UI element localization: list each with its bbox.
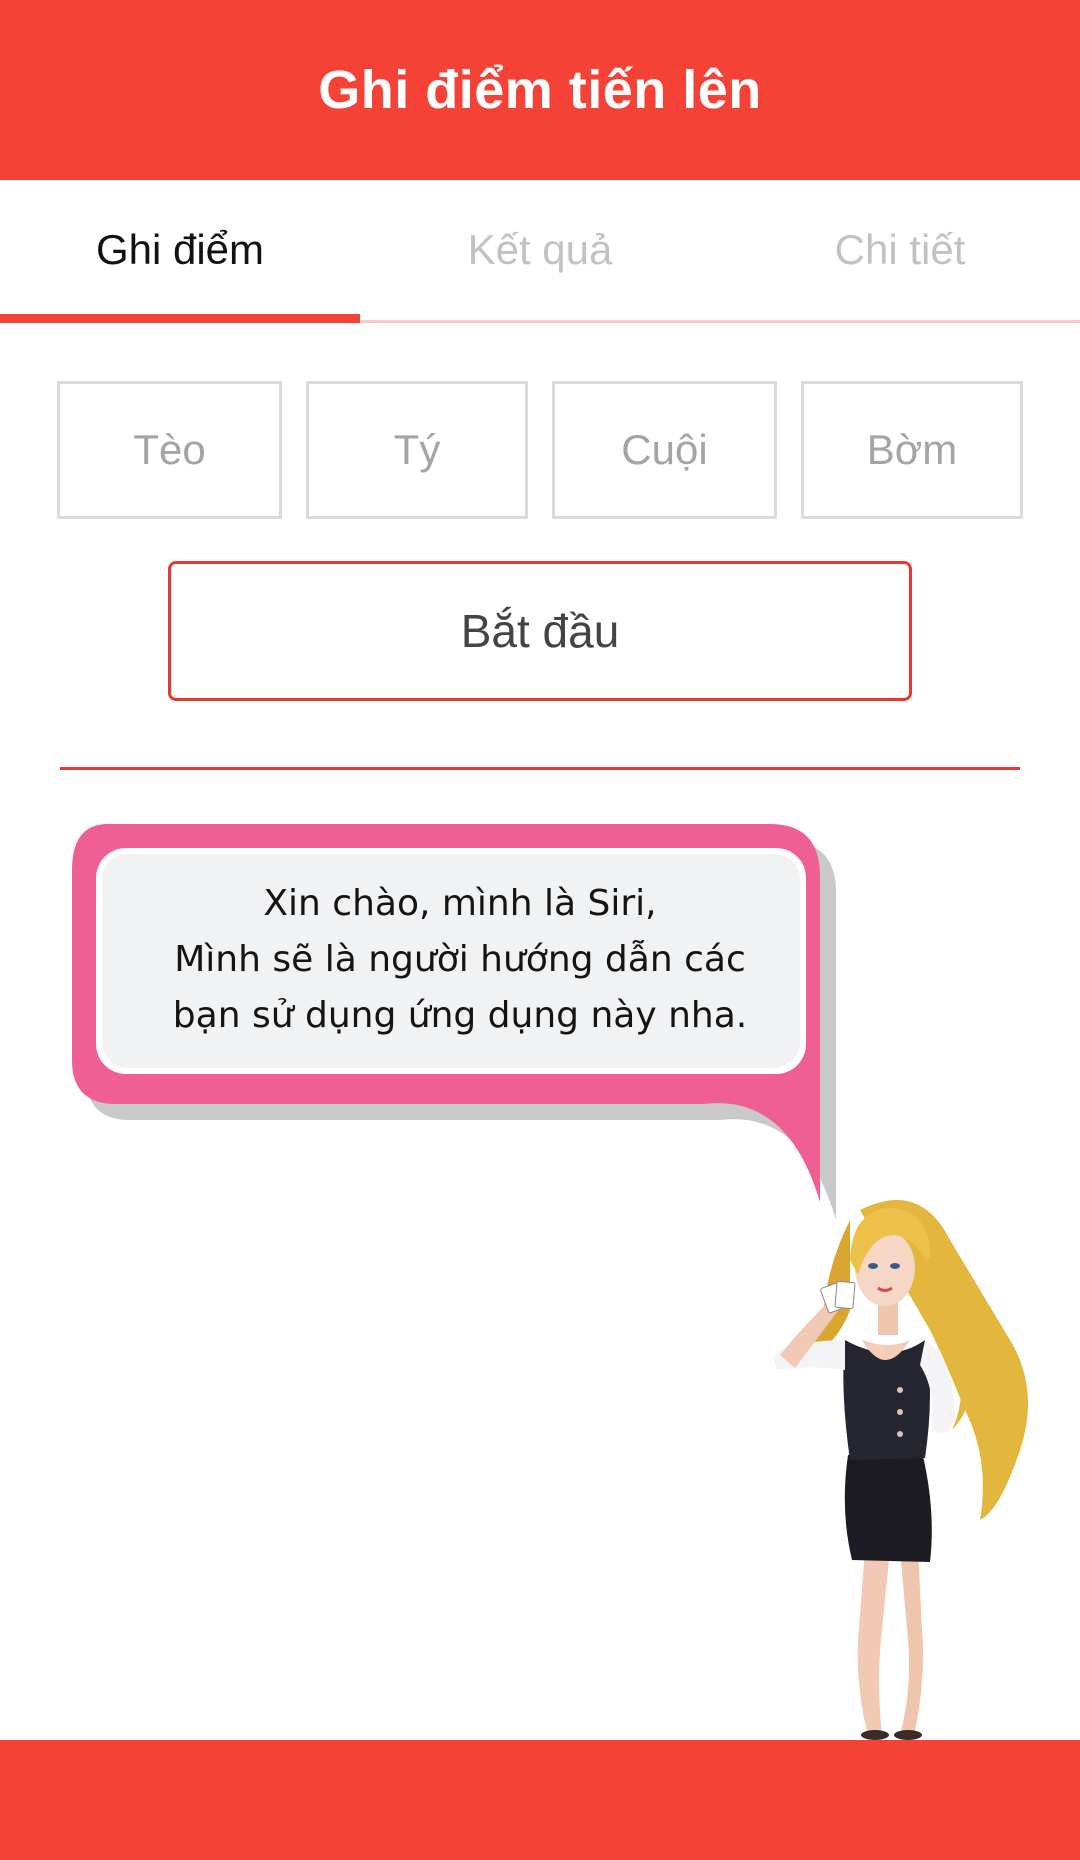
tab-ket-qua[interactable]: Kết quả: [360, 180, 720, 320]
tab-ghi-diem[interactable]: Ghi điểm: [0, 180, 360, 320]
tab-bar: Ghi điểm Kết quả Chi tiết: [0, 180, 1080, 323]
section-divider: [60, 767, 1020, 770]
tab-chi-tiet[interactable]: Chi tiết: [720, 180, 1080, 320]
guide-line-3: bạn sử dụng ứng dụng này nha.: [172, 995, 748, 1036]
app-bar: Ghi điểm tiến lên: [0, 0, 1080, 180]
siri-mascot-illustration: [774, 1200, 1028, 1740]
player-1-name-input[interactable]: [57, 381, 282, 519]
player-2-name-input[interactable]: [306, 381, 528, 519]
start-button[interactable]: Bắt đầu: [168, 561, 912, 701]
guide-message: Xin chào, mình là Siri, Mình sẽ là người…: [95, 876, 825, 1044]
app-title: Ghi điểm tiến lên: [318, 60, 762, 120]
player-name-row: [57, 381, 1023, 519]
active-tab-indicator: [0, 314, 360, 323]
guide-line-1: Xin chào, mình là Siri,: [263, 883, 657, 924]
bottom-bar: [0, 1740, 1080, 1860]
guide-line-2: Mình sẽ là người hướng dẫn các: [174, 939, 746, 980]
player-4-name-input[interactable]: [801, 381, 1023, 519]
player-3-name-input[interactable]: [552, 381, 777, 519]
